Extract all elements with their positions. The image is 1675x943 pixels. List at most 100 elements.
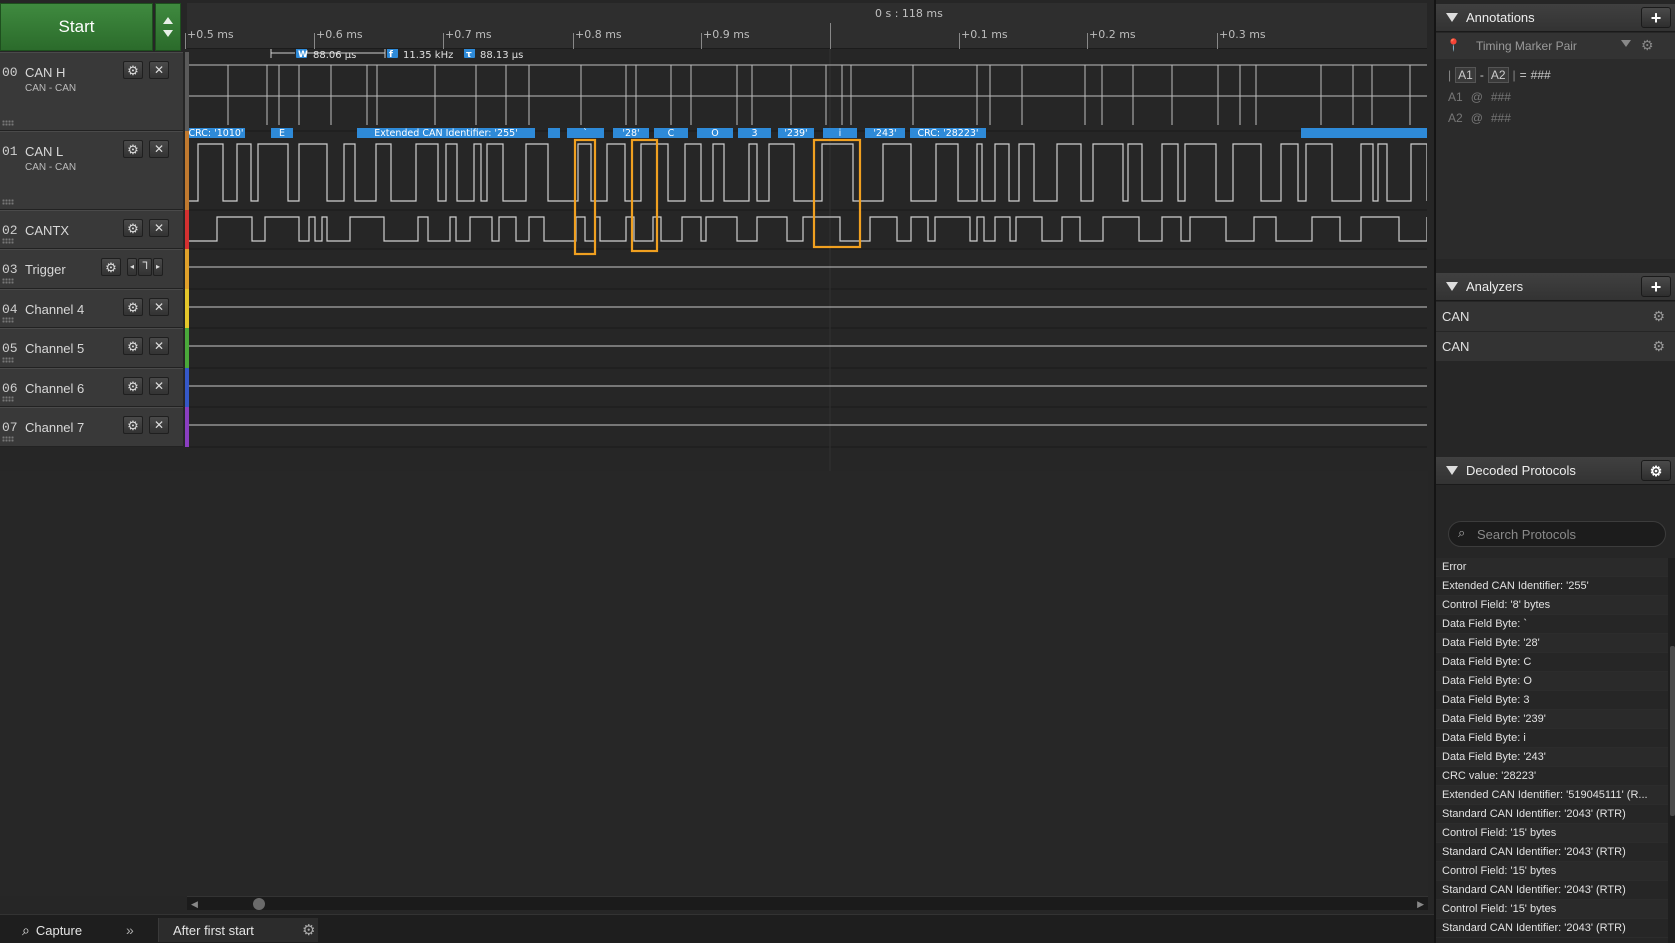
decoded-protocols-header[interactable]: Decoded Protocols ⚙	[1436, 457, 1675, 485]
gear-icon[interactable]: ⚙	[123, 140, 143, 158]
drag-handle-icon[interactable]	[2, 317, 14, 323]
trigger-edge-icon[interactable]: ᒣ	[138, 258, 152, 276]
scrollbar-thumb[interactable]	[1670, 646, 1675, 816]
add-annotation-button[interactable]: +	[1641, 7, 1671, 28]
scroll-right-arrow-icon[interactable]: ▶	[1417, 899, 1424, 910]
gear-icon[interactable]: ⚙	[123, 219, 143, 237]
decoded-protocol-item[interactable]: Data Field Byte: C	[1436, 653, 1668, 672]
search-protocols-input[interactable]	[1477, 524, 1657, 544]
channel-row[interactable]: 05 Channel 5 ⚙ ✕	[0, 328, 183, 368]
drag-handle-icon[interactable]	[2, 238, 14, 244]
channel-row[interactable]: 07 Channel 7 ⚙ ✕	[0, 407, 183, 447]
channel-row[interactable]: 04 Channel 4 ⚙ ✕	[0, 289, 183, 328]
decoded-protocol-item[interactable]: Data Field Byte: `	[1436, 615, 1668, 634]
gear-icon[interactable]: ⚙	[123, 377, 143, 395]
start-button[interactable]: Start	[0, 3, 153, 51]
decoded-protocol-item[interactable]: Extended CAN Identifier: '255'	[1436, 577, 1668, 596]
add-analyzer-button[interactable]: +	[1641, 276, 1671, 297]
channel-name[interactable]: Channel 5	[25, 341, 84, 356]
decoded-protocol-item[interactable]: Control Field: '15' bytes	[1436, 900, 1668, 919]
vertical-scrollbar[interactable]	[1668, 558, 1675, 943]
scrollbar-thumb[interactable]	[253, 898, 265, 910]
decoded-protocol-item[interactable]: Data Field Byte: '28'	[1436, 634, 1668, 653]
channel-name[interactable]: Channel 4	[25, 302, 84, 317]
decoded-protocol-item[interactable]: Control Field: '15' bytes	[1436, 824, 1668, 843]
horizontal-scrollbar[interactable]: ◀ ▶	[187, 896, 1428, 910]
decoded-settings-button[interactable]: ⚙	[1641, 460, 1671, 481]
decoded-protocol-item[interactable]: Control Field: '8' bytes	[1436, 596, 1668, 615]
trigger-next-icon[interactable]: ▸	[153, 258, 163, 276]
gear-icon[interactable]: ⚙	[123, 61, 143, 79]
marker-pair-row[interactable]: 📍 Timing Marker Pair ⚙	[1436, 33, 1675, 59]
decoded-protocol-item[interactable]: Control Field: '15' bytes	[1436, 862, 1668, 881]
decoded-protocol-item[interactable]: Data Field Byte: '243'	[1436, 748, 1668, 767]
marker-gear-icon[interactable]: ⚙	[1641, 37, 1654, 54]
decoded-protocol-item[interactable]: Standard CAN Identifier: '2043' (RTR)	[1436, 919, 1668, 938]
annotations-header[interactable]: Annotations +	[1436, 4, 1675, 32]
collapse-triangle-icon[interactable]	[1446, 282, 1458, 291]
time-ruler[interactable]: 0 s : 118 ms +0.5 ms +0.6 ms +0.7 ms +0.8 m…	[185, 3, 1427, 49]
close-icon[interactable]: ✕	[149, 140, 169, 158]
channel-row[interactable]: 06 Channel 6 ⚙ ✕	[0, 368, 183, 407]
drag-handle-icon[interactable]	[2, 436, 14, 442]
gear-icon[interactable]: ⚙	[1652, 308, 1665, 325]
expand-chevrons-icon[interactable]: »	[126, 918, 134, 942]
start-options-arrows[interactable]	[155, 3, 181, 51]
chevron-down-icon[interactable]	[163, 30, 173, 37]
channel-name[interactable]: Channel 7	[25, 420, 84, 435]
pin-icon[interactable]: 📍	[1446, 38, 1461, 52]
trigger-mode-tab[interactable]: After first start	[158, 918, 318, 942]
decoded-protocol-item[interactable]: Data Field Byte: O	[1436, 672, 1668, 691]
search-protocols-field[interactable]: ⌕	[1448, 521, 1666, 547]
collapse-triangle-icon[interactable]	[1446, 13, 1458, 22]
decoded-protocol-item[interactable]: Data Field Byte: i	[1436, 729, 1668, 748]
scroll-left-arrow-icon[interactable]: ◀	[191, 899, 198, 910]
drag-handle-icon[interactable]	[2, 396, 14, 402]
marker-dropdown-icon[interactable]	[1621, 40, 1631, 47]
close-icon[interactable]: ✕	[149, 61, 169, 79]
chevron-up-icon[interactable]	[163, 17, 173, 24]
channel-name[interactable]: CANTX	[25, 223, 69, 238]
drag-handle-icon[interactable]	[2, 120, 14, 126]
close-icon[interactable]: ✕	[149, 416, 169, 434]
collapse-triangle-icon[interactable]	[1446, 466, 1458, 475]
decoded-protocol-item[interactable]: Error	[1436, 558, 1668, 577]
gear-icon[interactable]: ⚙	[1652, 338, 1665, 355]
capture-tab[interactable]: ⌕ Capture	[22, 918, 82, 942]
close-icon[interactable]: ✕	[149, 337, 169, 355]
decoded-protocol-item[interactable]: Data Field Byte: '239'	[1436, 710, 1668, 729]
gear-icon[interactable]: ⚙	[101, 258, 121, 276]
analyzers-header[interactable]: Analyzers +	[1436, 273, 1675, 301]
channel-row[interactable]: 01 CAN L CAN - CAN ⚙ ✕	[0, 131, 183, 210]
drag-handle-icon[interactable]	[2, 278, 14, 284]
gear-icon[interactable]: ⚙	[123, 337, 143, 355]
decoded-protocol-item[interactable]: Standard CAN Identifier: '2043' (RTR)	[1436, 843, 1668, 862]
decoded-protocol-item[interactable]: Extended CAN Identifier: '519045111' (R.…	[1436, 786, 1668, 805]
channel-name[interactable]: CAN L	[25, 144, 63, 159]
gear-icon[interactable]: ⚙	[302, 918, 315, 942]
drag-handle-icon[interactable]	[2, 357, 14, 363]
channel-row[interactable]: 03 Trigger ⚙ ◂ ᒣ ▸	[0, 249, 183, 289]
waveform-canvas[interactable]: W 88.06 µs f 11.35 kHz τ 88.13 µs CRC: '1010' E…	[189, 49, 1427, 471]
waveform-area[interactable]: W 88.06 µs f 11.35 kHz τ 88.13 µs CRC: '1010' E…	[189, 49, 1427, 471]
drag-handle-icon[interactable]	[2, 199, 14, 205]
close-icon[interactable]: ✕	[149, 377, 169, 395]
decoded-protocol-item[interactable]: Standard CAN Identifier: '2043' (RTR)	[1436, 881, 1668, 900]
channel-row[interactable]: 02 CANTX ⚙ ✕	[0, 210, 183, 249]
channel-name[interactable]: CAN H	[25, 65, 65, 80]
gear-icon[interactable]: ⚙	[123, 416, 143, 434]
decoded-protocol-item[interactable]: Standard CAN Identifier: '2043' (RTR)	[1436, 805, 1668, 824]
channel-name[interactable]: Channel 6	[25, 381, 84, 396]
gear-icon[interactable]: ⚙	[123, 298, 143, 316]
analyzer-item[interactable]: CAN ⚙	[1436, 332, 1675, 362]
a1-row: A1 @ ###	[1448, 90, 1511, 104]
analyzer-item[interactable]: CAN ⚙	[1436, 302, 1675, 332]
decoded-protocol-item[interactable]: Data Field Byte: 3	[1436, 691, 1668, 710]
channel-name[interactable]: Trigger	[25, 262, 66, 277]
channel-row[interactable]: 00 CAN H CAN - CAN ⚙ ✕	[0, 52, 183, 131]
close-icon[interactable]: ✕	[149, 298, 169, 316]
close-icon[interactable]: ✕	[149, 219, 169, 237]
decoded-protocol-item[interactable]: CRC value: '28223'	[1436, 767, 1668, 786]
trigger-prev-icon[interactable]: ◂	[127, 258, 137, 276]
decoded-protocols-list[interactable]: Error Extended CAN Identifier: '255' Contr…	[1436, 558, 1668, 943]
